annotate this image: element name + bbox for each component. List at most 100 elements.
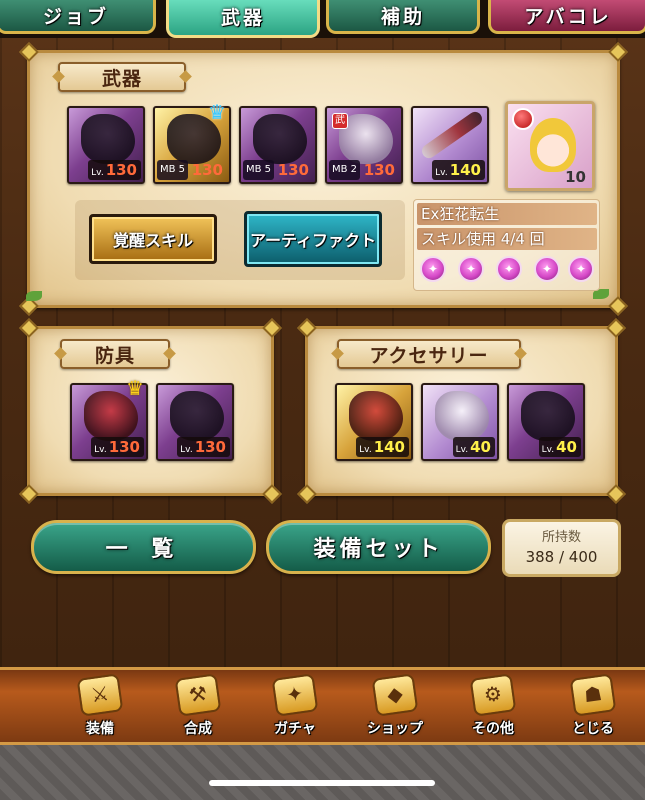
possession-label: 所持数 [541,530,581,545]
panel-corner-ornament [19,318,39,338]
skill-usage: スキル使用 4/4 回 [417,228,597,250]
footer-pattern [0,745,645,800]
weapon-art [253,114,307,164]
possession-count-box: 所持数 388 / 400 [502,519,621,577]
skill-orb-icon: ✦ [458,256,484,282]
accessory-art [435,391,489,441]
mb-badge: MB 2 [329,160,361,180]
awaken-skill-button[interactable]: 覚醒スキル [89,214,217,264]
nav-label: とじる [572,721,614,737]
armor-art [170,391,224,441]
armor-panel-title: 防具 [60,339,170,369]
equipment-icon: ⚔ [76,673,124,717]
level-value: 140 [373,438,405,456]
level-prefix: Lv. [541,445,555,455]
level-badge: Lv. 130 [177,437,230,457]
list-button[interactable]: 一 覧 [31,520,256,574]
panel-corner-ornament [606,484,626,504]
level-value: 140 [449,161,481,179]
nav-label: 合成 [184,721,212,737]
level-prefix: Lv. [180,445,193,455]
level-value: 130 [194,438,226,456]
armor-slot-2[interactable]: Lv. 130 [156,383,234,461]
accessory-slot-2[interactable]: Lv. 40 [421,383,499,461]
crown-icon: ♛ [126,376,144,400]
nav-label: ショップ [367,721,423,737]
level-prefix: Lv. [91,168,104,178]
tab-bar: ジョブ 武器 補助 アバコレ [0,0,645,38]
weapon-slot-1[interactable]: Lv. 130 [67,106,145,184]
weapon-art [419,109,485,161]
gacha-icon: ✦ [271,673,319,717]
level-value: 130 [277,161,309,179]
level-badge: 130 [361,160,399,180]
home-indicator[interactable] [209,780,435,786]
weapon-slot-5[interactable]: Lv. 140 [411,106,489,184]
weapon-slot-4[interactable]: 武 MB 2 130 [325,106,403,184]
panel-corner-ornament [19,42,39,62]
character-face [530,118,576,172]
nav-close[interactable]: ☗ とじる [548,670,638,744]
bottom-nav: ⚔ 装備 ⚒ 合成 ✦ ガチャ ◆ ショップ ⚙ その他 ☗ とじる [0,667,645,745]
panel-corner-ornament [297,318,317,338]
level-badge: Lv. 140 [356,437,409,457]
nav-shop[interactable]: ◆ ショップ [350,670,440,744]
skill-orb-icon: ✦ [534,256,560,282]
accessory-slot-1[interactable]: Lv. 140 [335,383,413,461]
level-value: 40 [556,438,577,456]
nav-label: その他 [472,721,514,737]
nav-equipment[interactable]: ⚔ 装備 [55,670,145,744]
nav-gacha[interactable]: ✦ ガチャ [250,670,340,744]
accessory-art [521,391,575,441]
skill-orb-icon: ✦ [496,256,522,282]
possession-value: 388 / 400 [525,548,598,566]
panel-corner-ornament [608,296,628,316]
weapon-art [81,114,135,164]
nav-other[interactable]: ⚙ その他 [448,670,538,744]
skill-orb-icon: ✦ [568,256,594,282]
accessory-slot-3[interactable]: Lv. 40 [507,383,585,461]
vine-leaf-decoration [26,291,42,301]
panel-corner-ornament [297,484,317,504]
weapon-type-badge-icon: 武 [332,113,348,129]
nav-synthesis[interactable]: ⚒ 合成 [153,670,243,744]
level-badge: Lv. 140 [432,160,485,180]
level-value: 130 [108,438,140,456]
tab-weapon[interactable]: 武器 [166,0,320,38]
skill-orb-icon: ✦ [420,256,446,282]
gear-icon: ⚙ [469,673,517,717]
panel-corner-ornament [262,318,282,338]
artifact-button[interactable]: アーティファクト [244,211,382,267]
character-count: 10 [565,168,586,186]
nav-label: ガチャ [274,721,316,737]
level-prefix: Lv. [435,168,448,178]
level-badge: Lv. 130 [91,437,144,457]
level-badge: 130 [189,160,227,180]
tab-avatar-collection[interactable]: アバコレ [488,0,645,34]
panel-corner-ornament [608,42,628,62]
level-value: 40 [470,438,491,456]
equip-set-button[interactable]: 装備セット [266,520,491,574]
mb-badge: MB 5 [157,160,189,180]
tab-support[interactable]: 補助 [326,0,480,34]
crystal-icon: ◆ [371,673,419,717]
level-prefix: Lv. [455,445,469,455]
weapon-panel-title: 武器 [58,62,186,92]
ex-skill-name: Ex狂花転生 [417,203,597,225]
level-badge: 130 [275,160,313,180]
close-icon: ☗ [569,673,617,717]
crown-icon: ♛ [208,100,226,124]
level-badge: Lv. 40 [538,437,581,457]
character-portrait[interactable]: 10 [505,101,595,191]
panel-corner-ornament [606,318,626,338]
level-badge: Lv. 130 [88,160,141,180]
panel-corner-ornament [19,484,39,504]
level-value: 130 [105,161,137,179]
level-prefix: Lv. [359,445,372,455]
status-badge-icon [512,108,534,130]
tab-job[interactable]: ジョブ [0,0,156,34]
nav-label: 装備 [86,721,114,737]
weapon-slot-3[interactable]: MB 5 130 [239,106,317,184]
level-value: 130 [363,161,395,179]
panel-corner-ornament [262,484,282,504]
